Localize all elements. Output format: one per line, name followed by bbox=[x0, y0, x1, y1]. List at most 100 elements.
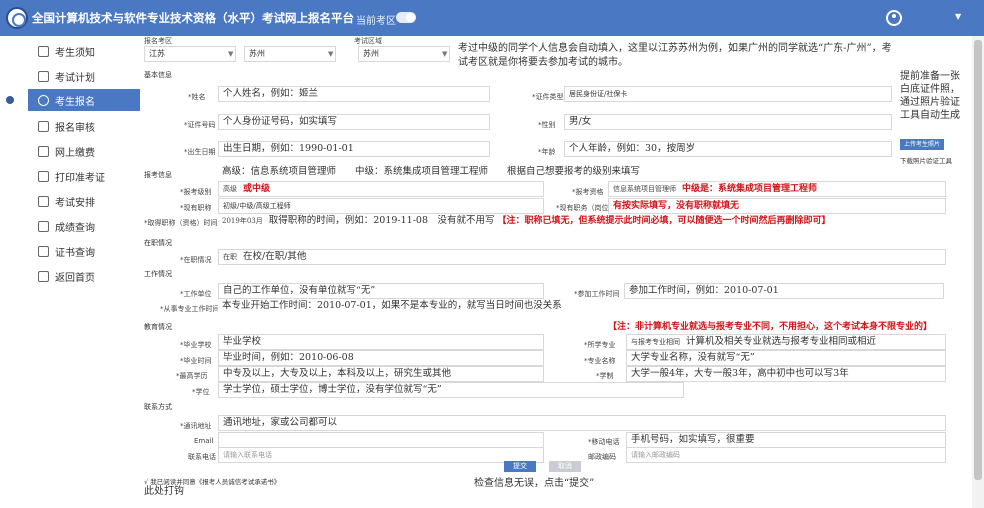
sidebar-item-register[interactable]: 考生报名 bbox=[28, 89, 140, 111]
sidebar-item-label: 考生须知 bbox=[55, 47, 95, 59]
birth-label: *出生日期 bbox=[184, 148, 216, 156]
calendar-icon bbox=[38, 70, 49, 82]
postcode-field[interactable]: 请输入邮政编码 bbox=[626, 447, 946, 463]
sidebar-item-label: 报名审核 bbox=[55, 122, 95, 134]
title-time-label: *取得职称（资格）时间 bbox=[144, 219, 218, 227]
payment-icon bbox=[38, 145, 49, 157]
worktime-label: *参加工作时间 bbox=[574, 290, 620, 298]
exam-city-select[interactable]: 苏州 bbox=[358, 46, 450, 62]
employer-field[interactable]: 自己的工作单位，没有单位就写“无” bbox=[218, 283, 544, 299]
download-tool-link[interactable]: 下载照片验证工具 bbox=[900, 155, 952, 165]
status-label: *在职情况 bbox=[180, 256, 212, 264]
subject-select[interactable]: 信息系统项目管理师 中级是：系统集成项目管理工程师 bbox=[608, 181, 946, 197]
user-icon[interactable] bbox=[886, 10, 902, 26]
scrollbar-thumb[interactable] bbox=[974, 40, 982, 480]
sidebar: 考生须知 考试计划 考生报名 报名审核 网上缴费 打印准考证 考试安排 成绩查询… bbox=[0, 36, 140, 508]
search-icon bbox=[38, 220, 49, 232]
sidebar-item-schedule[interactable]: 考试安排 bbox=[28, 190, 140, 212]
sidebar-item-notice[interactable]: 考生须知 bbox=[28, 40, 140, 62]
sidebar-item-certificate[interactable]: 证书查询 bbox=[28, 240, 140, 262]
review-icon bbox=[38, 120, 49, 132]
birth-field[interactable]: 出生日期，例如：1990-01-01 bbox=[218, 141, 490, 157]
idnum-field[interactable]: 个人身份证号码，如实填写 bbox=[218, 114, 490, 130]
xuewei-label: *学位 bbox=[192, 388, 210, 396]
degree-select[interactable]: 中专及以上，大专及以上，本科及以上，研究生或其他 bbox=[218, 366, 544, 382]
idtype-label: *证件类型 bbox=[532, 93, 564, 101]
sidebar-item-label: 考试计划 bbox=[55, 72, 95, 84]
sidebar-item-review[interactable]: 报名审核 bbox=[28, 115, 140, 137]
title-select[interactable]: 初级/中级/高级工程师 bbox=[218, 198, 544, 214]
majorname-field[interactable]: 大学专业名称，没有就写“无” bbox=[626, 350, 946, 366]
age-label: *年龄 bbox=[538, 148, 556, 156]
province-select[interactable]: 江苏 bbox=[144, 46, 236, 62]
phone-label: *移动电话 bbox=[588, 438, 620, 446]
address-label: *通讯地址 bbox=[180, 422, 212, 430]
status-value: 在校/在职/其他 bbox=[243, 251, 307, 262]
idtype-select[interactable]: 居民身份证/社保卡 bbox=[564, 86, 892, 102]
major-rel-small: 与报考专业相同 bbox=[631, 338, 680, 346]
sidebar-item-admission[interactable]: 打印准考证 bbox=[28, 165, 140, 187]
section-basic: 基本信息 bbox=[144, 71, 172, 79]
sidebar-item-score[interactable]: 成绩查询 bbox=[28, 215, 140, 237]
document-icon bbox=[38, 45, 49, 57]
sex-field[interactable]: 男/女 bbox=[564, 114, 892, 130]
education-red-note: 【注：非计算机专业就选与报考专业不同，不用担心，这个考试本身不限专业的】 bbox=[608, 322, 933, 332]
subject-label: *报考资格 bbox=[572, 188, 604, 196]
phone-field[interactable]: 手机号码，如实填写，很重要 bbox=[626, 432, 946, 448]
title-time-field[interactable]: 2019年03月 取得职称的时间，例如：2019-11-08 没有就不用写 【注：… bbox=[218, 214, 946, 230]
region-toggle[interactable] bbox=[396, 12, 416, 23]
duty-label: *现有职务（岗位） bbox=[556, 204, 616, 212]
tick-note: 此处打钩 bbox=[144, 486, 184, 497]
status-small: 在职 bbox=[223, 253, 237, 261]
section-exam: 报考信息 bbox=[144, 171, 172, 179]
name-field[interactable]: 个人姓名，例如：姬兰 bbox=[218, 86, 490, 102]
name-label: *姓名 bbox=[188, 93, 206, 101]
home-icon bbox=[38, 270, 49, 282]
app-title: 全国计算机技术与软件专业技术资格（水平）考试网上报名平台 bbox=[32, 11, 354, 25]
level-select[interactable]: 高级 或中级 bbox=[218, 181, 544, 197]
years-label: *学制 bbox=[596, 372, 614, 380]
worktime-field[interactable]: 参加工作时间，例如：2010-07-01 bbox=[624, 283, 944, 299]
status-select[interactable]: 在职 在校/在职/其他 bbox=[218, 249, 946, 265]
chevron-down-icon[interactable]: ▼ bbox=[955, 12, 961, 21]
upload-photo-button[interactable]: 上传考生照片 bbox=[900, 139, 944, 150]
majorname-label: *专业名称 bbox=[584, 357, 616, 365]
sidebar-item-label: 成绩查询 bbox=[55, 222, 95, 234]
school-field[interactable]: 毕业学校 bbox=[218, 334, 544, 350]
school-label: *毕业学校 bbox=[180, 341, 212, 349]
location-note: 考过中级的同学个人信息会自动填入，这里以江苏苏州为例，如果广州的同学就选“广东-… bbox=[458, 43, 892, 68]
region-label: 当前考区 bbox=[356, 16, 396, 27]
xuewei-select[interactable]: 学士学位，硕士学位，博士学位，没有学位就写“无” bbox=[218, 382, 684, 398]
sidebar-item-payment[interactable]: 网上缴费 bbox=[28, 140, 140, 162]
sidebar-item-label: 考试安排 bbox=[55, 197, 95, 209]
major-time-field[interactable]: 本专业开始工作时间：2010-07-01，如果不是本专业的，就写当日时间也没关系 bbox=[218, 299, 684, 315]
address-field[interactable]: 通讯地址，家或公司都可以 bbox=[218, 415, 946, 431]
section-work: 工作情况 bbox=[144, 270, 172, 278]
subject-note: 中级是：系统集成项目管理工程师 bbox=[682, 184, 818, 194]
gradtime-field[interactable]: 毕业时间，例如：2010-06-08 bbox=[218, 350, 544, 366]
major-rel-select[interactable]: 与报考专业相同 计算机及相关专业就选与报考专业相同或相近 bbox=[626, 334, 946, 350]
clock-icon bbox=[38, 94, 49, 106]
sidebar-item-label: 证书查询 bbox=[55, 247, 95, 259]
idnum-label: *证件号码 bbox=[184, 121, 216, 129]
level-small: 高级 bbox=[223, 185, 237, 193]
chevron-down-icon: ▼ bbox=[442, 50, 448, 58]
city-select[interactable]: 苏州 bbox=[244, 46, 336, 62]
duty-field[interactable]: 有按实际填写，没有职称就填无 bbox=[608, 198, 946, 214]
age-field[interactable]: 个人年龄，例如：30，按周岁 bbox=[564, 141, 892, 157]
gradtime-label: *毕业时间 bbox=[180, 357, 212, 365]
email-field[interactable] bbox=[218, 432, 544, 448]
submit-button[interactable]: 提交 bbox=[504, 461, 536, 472]
tel-label: 联系电话 bbox=[188, 453, 216, 461]
sidebar-item-plan[interactable]: 考试计划 bbox=[28, 65, 140, 87]
title-time-red-note: 【注：职称已填无，但系统提示此时间必填，可以随便选一个时间然后再删除即可】 bbox=[497, 216, 831, 226]
active-dot-icon bbox=[6, 96, 14, 104]
cancel-button[interactable]: 取消 bbox=[549, 461, 581, 472]
years-field[interactable]: 大学一般4年，大专一般3年，高中初中也可以写3年 bbox=[626, 366, 946, 382]
submit-note: 检查信息无误，点击“提交” bbox=[474, 478, 595, 489]
sidebar-item-home[interactable]: 返回首页 bbox=[28, 265, 140, 287]
section-status: 在职情况 bbox=[144, 239, 172, 247]
email-label: Email bbox=[194, 437, 214, 445]
location-label: 报名考区 bbox=[144, 37, 172, 45]
tel-field[interactable]: 请输入联系电话 bbox=[218, 447, 544, 463]
